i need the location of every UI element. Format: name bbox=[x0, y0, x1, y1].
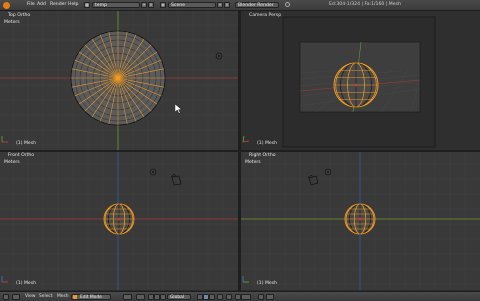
menu-toggle-icon[interactable] bbox=[12, 293, 20, 300]
viewport-right-ortho[interactable]: Right Ortho Meters (1) Mesh bbox=[241, 152, 480, 290]
front-ortho-canvas bbox=[0, 152, 238, 290]
units-label: Meters bbox=[245, 160, 261, 165]
view-title: Top Ortho bbox=[8, 13, 31, 18]
scene-stats: Ed:304-1/324 | Fa:1/160 | Mesh bbox=[329, 2, 401, 7]
active-object-label: (1) Mesh bbox=[16, 281, 37, 286]
active-object-label: (1) Mesh bbox=[257, 141, 278, 146]
menu-help[interactable]: Help bbox=[68, 0, 78, 10]
camera-canvas bbox=[282, 16, 436, 148]
axis-gizmo-icon bbox=[1, 136, 8, 143]
snap-element-icon[interactable] bbox=[241, 293, 251, 300]
layout-delete-icon[interactable]: × bbox=[148, 2, 154, 8]
blender-logo-icon[interactable] bbox=[3, 1, 10, 9]
screen-layout-field[interactable]: temp bbox=[92, 2, 140, 8]
scene-field[interactable]: Scene bbox=[168, 2, 216, 8]
info-header: File Add Render Help ▦ temp + × ◈ Scene … bbox=[0, 0, 480, 11]
face-select-icon[interactable] bbox=[209, 293, 215, 300]
menu-add[interactable]: Add bbox=[37, 0, 46, 10]
sphere-front-view bbox=[103, 203, 135, 235]
scene-delete-icon[interactable]: × bbox=[224, 2, 230, 8]
scene-add-icon[interactable]: + bbox=[217, 2, 223, 8]
blender-version-icon bbox=[285, 2, 290, 7]
viewport-top-ortho[interactable]: Top Ortho Meters (1) Mesh bbox=[0, 11, 238, 150]
render-preview-icon[interactable] bbox=[258, 293, 264, 300]
transform-orientation-select[interactable]: Global bbox=[167, 293, 191, 300]
edit-mode-icon bbox=[73, 294, 77, 299]
camera-object-icon bbox=[170, 173, 182, 186]
menu-file[interactable]: File bbox=[27, 0, 35, 10]
limit-selection-icon[interactable] bbox=[217, 293, 223, 300]
top-ortho-canvas bbox=[0, 11, 238, 150]
active-object-label: (1) Mesh bbox=[16, 141, 37, 146]
render-engine-select[interactable]: Blender Render bbox=[235, 2, 279, 8]
camera-center-icon bbox=[149, 168, 157, 176]
sphere-top-view bbox=[70, 30, 166, 126]
view-title: Front Ortho bbox=[8, 153, 35, 158]
editor-type-icon[interactable] bbox=[3, 293, 9, 300]
viewport-shading-icon[interactable] bbox=[123, 293, 132, 300]
right-ortho-canvas bbox=[241, 152, 480, 290]
axis-gizmo-icon bbox=[242, 276, 249, 283]
view-title: Camera Persp bbox=[249, 13, 282, 18]
layers-icon[interactable] bbox=[266, 293, 274, 300]
layout-add-icon[interactable]: + bbox=[141, 2, 147, 8]
viewport-front-ortho[interactable]: Front Ortho Meters (1) Mesh bbox=[0, 152, 238, 290]
view-title: Right Ortho bbox=[249, 153, 276, 158]
mode-select[interactable]: Edit Mode bbox=[71, 293, 111, 300]
sphere-camera-view bbox=[333, 62, 379, 108]
area-divider-horizontal[interactable] bbox=[0, 150, 480, 152]
camera-center-icon bbox=[215, 52, 223, 60]
camera-object-icon bbox=[307, 174, 319, 186]
layout-browse-icon[interactable]: ▦ bbox=[84, 2, 90, 8]
mouse-pointer-icon bbox=[175, 104, 183, 114]
axis-gizmo-icon bbox=[1, 276, 8, 283]
pivot-point-icon[interactable] bbox=[136, 293, 145, 300]
rotate-manipulator-icon[interactable] bbox=[160, 293, 166, 300]
active-object-label: (1) Mesh bbox=[257, 281, 278, 286]
axis-gizmo-icon bbox=[242, 135, 250, 143]
sphere-right-view bbox=[344, 203, 376, 235]
units-label: Meters bbox=[4, 20, 20, 25]
proportional-edit-icon[interactable] bbox=[226, 293, 232, 300]
units-label: Meters bbox=[4, 160, 20, 165]
menu-render[interactable]: Render bbox=[50, 0, 66, 10]
viewport-camera-persp[interactable]: Camera Persp (1) Mesh bbox=[241, 11, 480, 150]
scene-browse-icon[interactable]: ◈ bbox=[160, 2, 166, 8]
